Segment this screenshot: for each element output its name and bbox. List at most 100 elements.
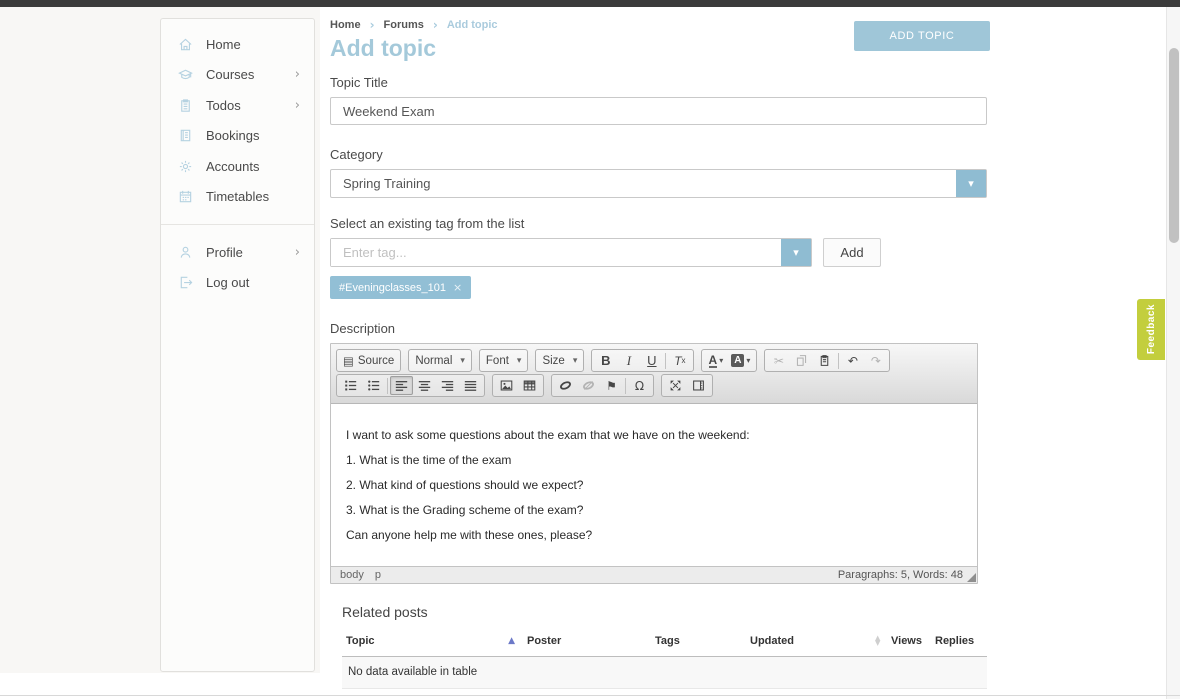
paragraph-format-dropdown[interactable]: Normal▾	[408, 349, 472, 372]
editor-paragraph: Can anyone help me with these ones, plea…	[346, 528, 962, 542]
source-doc-icon: ▤	[343, 354, 354, 368]
source-button[interactable]: ▤Source	[339, 351, 398, 370]
sidebar-item-label: Todos	[206, 98, 295, 113]
link-icon[interactable]	[554, 376, 577, 395]
justify-icon[interactable]	[459, 376, 482, 395]
sidebar-item-todos[interactable]: Todos ›	[161, 90, 314, 121]
calendar-icon	[178, 189, 193, 204]
tag-chip-label: #Eveningclasses_101	[339, 282, 446, 294]
breadcrumb-home[interactable]: Home	[330, 19, 361, 31]
rich-text-editor: ▤Source Normal▾ Font▾ Size▾ B I U Tx A▾ …	[330, 343, 978, 584]
sidebar-item-bookings[interactable]: Bookings	[161, 121, 314, 152]
sidebar: Home Courses › Todos › Bookings Accounts…	[160, 18, 315, 672]
undo-icon[interactable]: ↶	[841, 351, 864, 370]
background-color-button[interactable]: A▾	[727, 351, 754, 370]
chevron-down-icon[interactable]: ▾	[781, 239, 811, 266]
show-blocks-icon[interactable]	[687, 376, 710, 395]
caret-down-icon: ▾	[573, 356, 578, 366]
tag-label: Select an existing tag from the list	[330, 216, 990, 231]
sidebar-item-courses[interactable]: Courses ›	[161, 60, 314, 91]
column-header-updated[interactable]: Updated	[750, 635, 875, 647]
sidebar-item-profile[interactable]: Profile ›	[161, 237, 314, 268]
insert-image-icon[interactable]	[495, 376, 518, 395]
column-header-tags[interactable]: Tags	[655, 635, 750, 647]
sidebar-item-accounts[interactable]: Accounts	[161, 151, 314, 182]
numbered-list-icon[interactable]	[339, 376, 362, 395]
chevron-right-icon: ›	[295, 67, 300, 82]
column-header-poster[interactable]: Poster	[527, 635, 655, 647]
remove-tag-icon[interactable]: ×	[453, 281, 462, 294]
align-left-icon[interactable]	[390, 376, 413, 395]
editor-content[interactable]: I want to ask some questions about the e…	[331, 404, 977, 566]
gear-icon	[178, 159, 193, 174]
text-color-button[interactable]: A▾	[704, 351, 727, 370]
feedback-tab[interactable]: Feedback	[1137, 299, 1165, 360]
editor-paragraph: 1. What is the time of the exam	[346, 453, 962, 467]
scrollbar-thumb[interactable]	[1169, 48, 1179, 243]
category-select[interactable]: Spring Training ▾	[330, 169, 987, 198]
chevron-down-icon[interactable]: ▾	[956, 170, 986, 197]
tag-combobox: ▾	[330, 238, 812, 267]
sidebar-item-logout[interactable]: Log out	[161, 268, 314, 299]
add-tag-button[interactable]: Add	[823, 238, 881, 267]
font-dropdown[interactable]: Font▾	[479, 349, 529, 372]
column-header-topic[interactable]: Topic ▲	[346, 635, 527, 647]
cut-icon[interactable]: ✂	[767, 351, 790, 370]
bold-button[interactable]: B	[594, 351, 617, 370]
underline-button[interactable]: U	[640, 351, 663, 370]
topic-title-input[interactable]	[330, 97, 987, 125]
sidebar-item-home[interactable]: Home	[161, 29, 314, 60]
tag-input[interactable]	[331, 239, 781, 266]
special-character-icon[interactable]: Ω	[628, 376, 651, 395]
editor-toolbar: ▤Source Normal▾ Font▾ Size▾ B I U Tx A▾ …	[331, 344, 977, 404]
sidebar-item-label: Courses	[206, 67, 295, 82]
editor-paragraph: 2. What kind of questions should we expe…	[346, 478, 962, 492]
size-dropdown[interactable]: Size▾	[535, 349, 584, 372]
maximize-icon[interactable]	[664, 376, 687, 395]
main-content: Home › Forums › Add topic Add topic ADD …	[330, 14, 990, 699]
insert-table-icon[interactable]	[518, 376, 541, 395]
graduation-cap-icon	[178, 67, 193, 82]
italic-button[interactable]: I	[617, 351, 640, 370]
word-count: Paragraphs: 5, Words: 48	[838, 569, 975, 581]
category-selected-value: Spring Training	[331, 170, 956, 197]
top-chrome-bar	[0, 0, 1180, 7]
align-center-icon[interactable]	[413, 376, 436, 395]
element-path-p[interactable]: p	[375, 569, 381, 581]
breadcrumb-forums[interactable]: Forums	[384, 19, 424, 31]
copy-icon[interactable]	[790, 351, 813, 370]
unlink-icon[interactable]	[577, 376, 600, 395]
home-icon	[178, 37, 193, 52]
breadcrumb-current: Add topic	[447, 19, 498, 31]
table-empty-row: No data available in table	[342, 657, 987, 689]
table-header-row: Topic ▲ Poster Tags Updated ▲▼ Views Rep…	[342, 630, 987, 657]
logout-icon	[178, 275, 193, 290]
sidebar-item-label: Accounts	[206, 159, 300, 174]
description-label: Description	[330, 321, 990, 336]
paste-icon[interactable]	[813, 351, 836, 370]
add-topic-button[interactable]: ADD TOPIC	[854, 21, 990, 51]
editor-status-bar: body p Paragraphs: 5, Words: 48	[331, 566, 977, 583]
page-scrollbar[interactable]	[1166, 7, 1180, 699]
redo-icon[interactable]: ↷	[864, 351, 887, 370]
element-path-body[interactable]: body	[340, 569, 364, 581]
caret-down-icon: ▾	[460, 356, 465, 366]
sidebar-item-timetables[interactable]: Timetables	[161, 182, 314, 213]
editor-paragraph: 3. What is the Grading scheme of the exa…	[346, 503, 962, 517]
breadcrumb: Home › Forums › Add topic	[330, 14, 498, 32]
align-right-icon[interactable]	[436, 376, 459, 395]
anchor-flag-icon[interactable]: ⚑	[600, 376, 623, 395]
column-header-replies[interactable]: Replies	[935, 635, 983, 647]
column-header-views[interactable]: Views	[891, 635, 935, 647]
sidebar-divider	[161, 224, 314, 225]
tag-chip: #Eveningclasses_101 ×	[330, 276, 471, 299]
person-icon	[178, 245, 193, 260]
sort-ascending-icon: ▲	[508, 636, 515, 646]
sidebar-item-label: Timetables	[206, 189, 300, 204]
sidebar-item-label: Profile	[206, 245, 295, 260]
breadcrumb-separator-icon: ›	[433, 18, 438, 32]
editor-resize-handle[interactable]	[967, 573, 976, 582]
bulleted-list-icon[interactable]	[362, 376, 385, 395]
related-posts-section: Related posts Topic ▲ Poster Tags Update…	[342, 604, 987, 699]
remove-format-button[interactable]: Tx	[668, 351, 691, 370]
